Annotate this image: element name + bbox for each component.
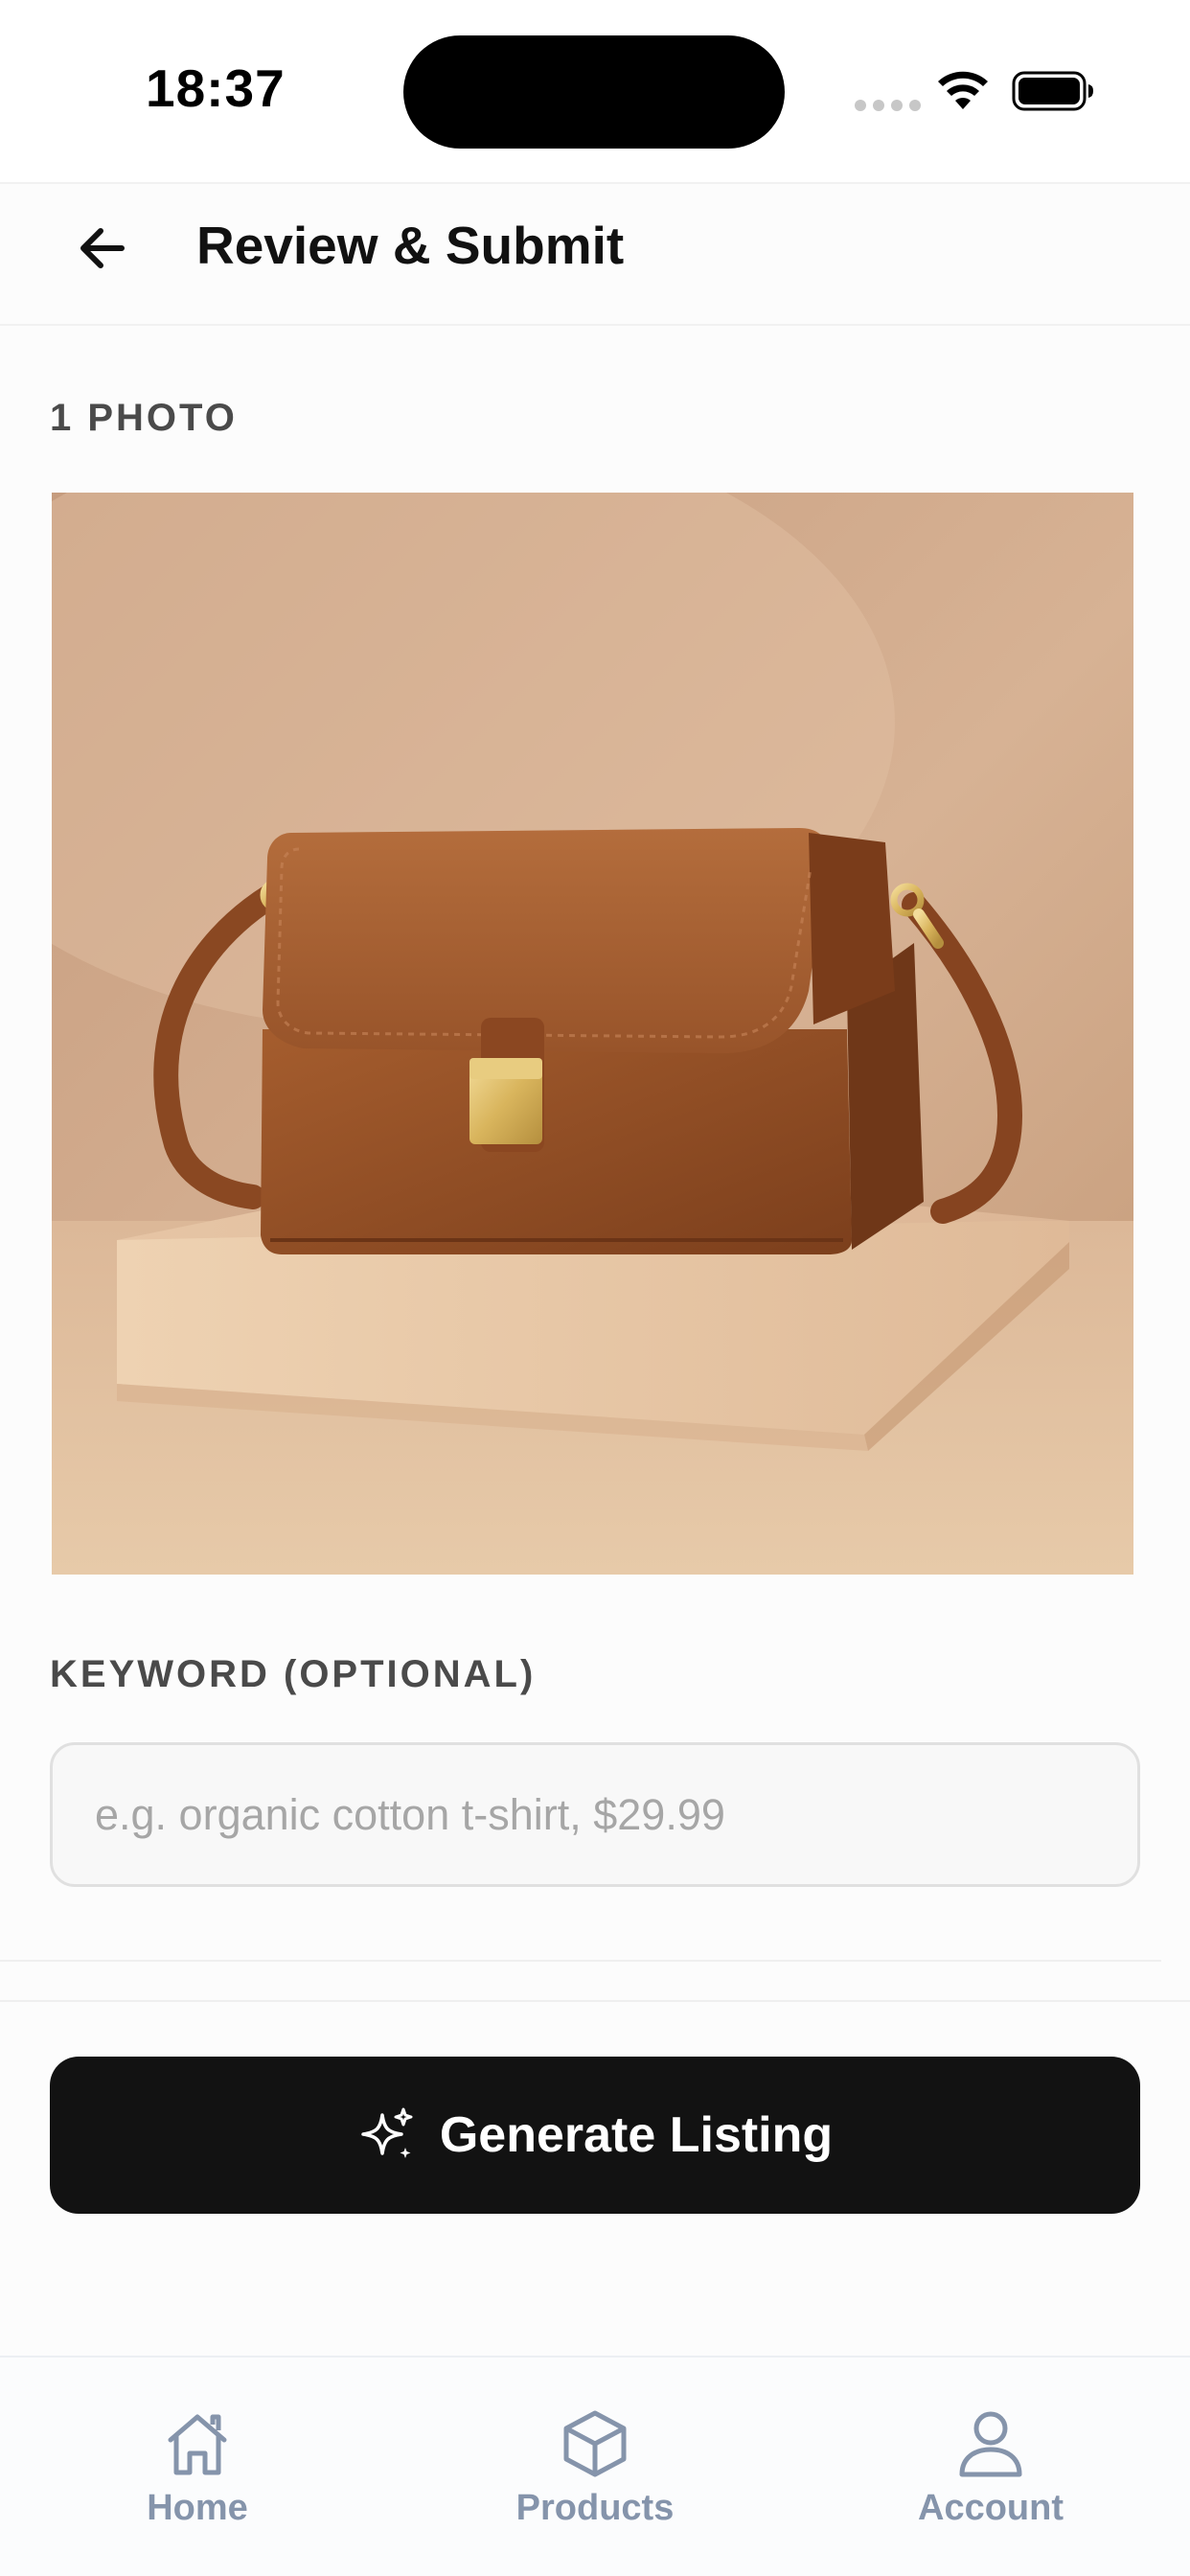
status-time: 18:37: [146, 58, 286, 118]
arrow-left-icon: [80, 228, 125, 268]
battery-icon: [1012, 71, 1093, 111]
cellular-signal-icon: [855, 100, 921, 111]
keyword-label: KEYWORD (OPTIONAL): [50, 1653, 537, 1695]
nav-item-account[interactable]: Account: [910, 2405, 1071, 2529]
photo-count-label: 1 PHOTO: [50, 397, 238, 439]
nav-label-products: Products: [515, 2488, 675, 2528]
generate-listing-label: Generate Listing: [439, 2107, 834, 2163]
nav-item-home[interactable]: Home: [140, 2405, 255, 2529]
review-submit-screen: 18:37 Review & Submit 1 PHOTO KEYWORD (O…: [0, 0, 1190, 2576]
wifi-icon: [938, 71, 988, 109]
keyword-input[interactable]: [50, 1742, 1140, 1887]
status-bar: 18:37: [0, 0, 1190, 182]
dynamic-island: [403, 35, 785, 149]
product-photo[interactable]: [52, 493, 1133, 1575]
nav-label-account: Account: [918, 2488, 1064, 2528]
generate-listing-button[interactable]: Generate Listing: [50, 2057, 1140, 2214]
nav-item-products[interactable]: Products: [498, 2405, 692, 2529]
box-icon: [563, 2410, 627, 2477]
bottom-nav: Home Products Account: [0, 2356, 1190, 2576]
product-photo-image: [52, 493, 1133, 1575]
sparkles-icon: [361, 2107, 413, 2158]
page-title: Review & Submit: [196, 216, 625, 275]
nav-label-home: Home: [147, 2488, 248, 2528]
app-header: Review & Submit: [0, 182, 1190, 326]
user-icon: [959, 2411, 1022, 2477]
divider: [0, 2000, 1190, 2002]
home-icon: [168, 2414, 227, 2475]
divider: [0, 1960, 1161, 1962]
back-button[interactable]: [59, 205, 146, 291]
